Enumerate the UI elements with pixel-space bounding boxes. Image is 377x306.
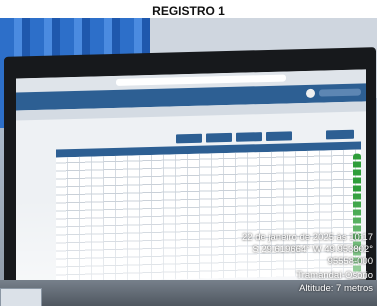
app-user-menu [319, 88, 361, 97]
photo-caption: REGISTRO 1 [152, 4, 225, 18]
notebook [0, 288, 42, 306]
geotag-city: Tramandaí-Osório [296, 270, 373, 281]
photo: LG 22 de janeiro de 2025 às 10:17 S 29.6… [0, 18, 377, 306]
url-bar [116, 74, 286, 86]
monitor: LG [4, 47, 376, 306]
geotag-altitude: Altitude: 7 metros [299, 283, 373, 294]
geotag-datetime: 22 de janeiro de 2025 às 10:17 [242, 232, 373, 243]
geotag-postal-code: 95558-000 [327, 256, 373, 267]
toolbar-button [236, 132, 262, 142]
toolbar-button [206, 132, 232, 143]
monitor-screen [16, 69, 366, 289]
toolbar-button [326, 129, 354, 140]
toolbar-button [266, 131, 292, 142]
geotag-coordinates: S 29.619664° W 49.953802° [252, 244, 373, 255]
toolbar-button [176, 133, 202, 144]
